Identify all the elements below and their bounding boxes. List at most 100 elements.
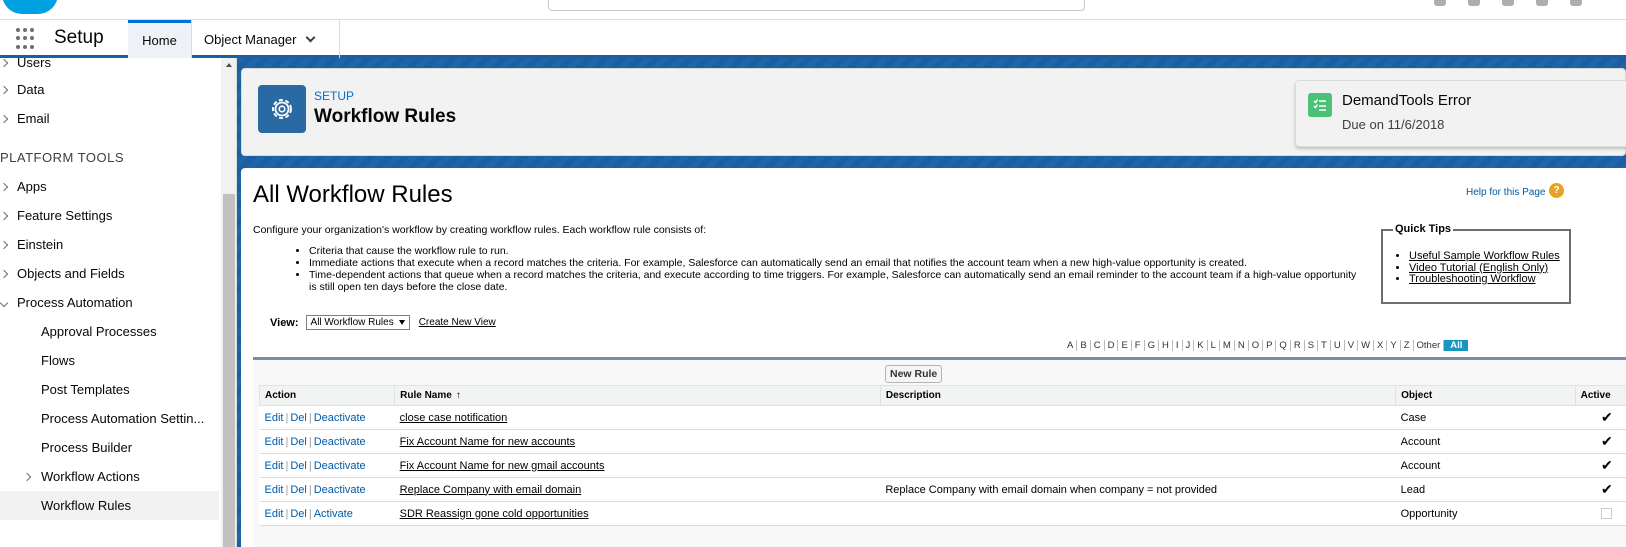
alpha-filter-letter[interactable]: D (1105, 340, 1119, 351)
rule-name-link[interactable]: Fix Account Name for new gmail accounts (400, 460, 605, 472)
help-for-this-page-link[interactable]: Help for this Page (1466, 187, 1546, 198)
tab-home[interactable]: Home (128, 20, 191, 58)
sidebar-item-objects-and-fields[interactable]: Objects and Fields (0, 259, 219, 288)
quick-tip-link[interactable]: Useful Sample Workflow Rules (1409, 250, 1560, 262)
breadcrumb-setup[interactable]: SETUP (314, 89, 354, 103)
quick-tip-link[interactable]: Troubleshooting Workflow (1409, 273, 1536, 285)
app-launcher-icon[interactable] (16, 28, 38, 50)
create-new-view-link[interactable]: Create New View (419, 317, 496, 328)
alpha-filter-letter[interactable]: A (1064, 340, 1078, 351)
alpha-filter-letter[interactable]: T (1318, 340, 1331, 351)
edit-link[interactable]: Edit (265, 484, 284, 496)
setup-gear-icon[interactable] (1536, 0, 1548, 6)
alpha-filter-letter[interactable]: Q (1276, 340, 1291, 351)
delete-link[interactable]: Del (290, 460, 307, 472)
toggle-active-link[interactable]: Activate (314, 508, 353, 520)
delete-link[interactable]: Del (290, 436, 307, 448)
alpha-filter-letter[interactable]: I (1173, 340, 1183, 351)
task-notification[interactable]: DemandTools Error Due on 11/6/2018 (1295, 80, 1626, 147)
salesforce-logo[interactable] (2, 0, 58, 14)
alpha-filter-letter[interactable]: R (1291, 340, 1305, 351)
rule-name-cell: Fix Account Name for new gmail accounts (394, 453, 881, 478)
tab-object-manager[interactable]: Object Manager (191, 20, 340, 58)
col-rule-name[interactable]: Rule Name ↑ (394, 385, 881, 406)
sidebar-item-label: Users (17, 58, 51, 70)
rule-name-link[interactable]: Replace Company with email domain (400, 484, 582, 496)
add-icon[interactable] (1468, 0, 1480, 6)
sidebar-item-einstein[interactable]: Einstein (0, 230, 219, 259)
alpha-filter-letter[interactable]: U (1331, 340, 1345, 351)
rule-name-link[interactable]: Fix Account Name for new accounts (400, 436, 575, 448)
sidebar-item-process-builder[interactable]: Process Builder (0, 433, 219, 462)
sidebar-item-approval-processes[interactable]: Approval Processes (0, 317, 219, 346)
sidebar-item-workflow-actions[interactable]: Workflow Actions (0, 462, 219, 491)
view-select[interactable]: All Workflow Rules (305, 315, 410, 330)
delete-link[interactable]: Del (290, 508, 307, 520)
sidebar-item-feature-settings[interactable]: Feature Settings (0, 201, 219, 230)
alpha-filter-letter[interactable]: L (1208, 340, 1220, 351)
alpha-filter-letter[interactable]: E (1118, 340, 1132, 351)
table-row: Edit | Del | Deactivate Fix Account Name for… (259, 429, 1626, 454)
scroll-up-arrow-icon[interactable] (226, 63, 232, 67)
quick-tip-link[interactable]: Video Tutorial (English Only) (1409, 262, 1548, 274)
sidebar-item-apps[interactable]: Apps (0, 172, 219, 201)
notifications-icon[interactable] (1570, 0, 1582, 6)
toggle-active-link[interactable]: Deactivate (314, 412, 366, 424)
sidebar-item-label: Apps (17, 179, 47, 194)
alpha-filter-letter[interactable]: X (1374, 340, 1388, 351)
alpha-filter-letter[interactable]: S (1305, 340, 1319, 351)
delete-link[interactable]: Del (290, 412, 307, 424)
alpha-filter-letter[interactable]: C (1091, 340, 1105, 351)
sidebar-item-email[interactable]: Email (0, 104, 219, 133)
toggle-active-link[interactable]: Deactivate (314, 460, 366, 472)
alpha-filter-all[interactable]: All (1444, 340, 1469, 351)
help-question-icon[interactable]: ? (1549, 183, 1564, 198)
page-title: Workflow Rules (314, 106, 457, 127)
help-icon[interactable] (1502, 0, 1514, 6)
edit-link[interactable]: Edit (265, 508, 284, 520)
col-active: Active (1574, 385, 1626, 406)
sidebar-item-data[interactable]: Data (0, 75, 219, 104)
sidebar-item-process-automation-settings[interactable]: Process Automation Settin... (0, 404, 219, 433)
table-row: Edit | Del | Deactivate Fix Account Name for… (259, 453, 1626, 478)
chevron-down-icon[interactable] (305, 32, 315, 42)
sidebar-scrollbar[interactable] (221, 58, 236, 547)
sidebar-item-workflow-rules[interactable]: Workflow Rules (0, 491, 219, 520)
scrollbar-thumb[interactable] (223, 194, 235, 547)
sidebar-item-label: Data (17, 82, 45, 97)
alphabet-filter: A B C D E F G H I J K L M N O P Q R S T … (1064, 340, 1469, 351)
alpha-filter-letter[interactable]: P (1263, 340, 1277, 351)
sidebar-section-platform-tools: PLATFORM TOOLS (0, 150, 125, 165)
alpha-filter-letter[interactable]: K (1194, 340, 1208, 351)
sort-ascending-icon[interactable]: ↑ (456, 390, 461, 401)
edit-link[interactable]: Edit (265, 412, 284, 424)
toggle-active-link[interactable]: Deactivate (314, 484, 366, 496)
toggle-active-link[interactable]: Deactivate (314, 436, 366, 448)
favorites-icon[interactable] (1434, 0, 1446, 6)
alpha-filter-letter[interactable]: O (1249, 340, 1264, 351)
new-rule-button[interactable]: New Rule (885, 365, 943, 383)
edit-link[interactable]: Edit (265, 460, 284, 472)
alpha-filter-letter[interactable]: G (1145, 340, 1159, 351)
global-search-input[interactable] (548, 0, 1085, 11)
sidebar-item-flows[interactable]: Flows (0, 346, 219, 375)
alpha-filter-letter[interactable]: V (1345, 340, 1359, 351)
sidebar-item-post-templates[interactable]: Post Templates (0, 375, 219, 404)
view-label: View: (270, 316, 299, 329)
alpha-filter-letter[interactable]: J (1183, 340, 1195, 351)
rule-description: Replace Company with email domain when c… (880, 477, 1396, 502)
sidebar-item-process-automation[interactable]: Process Automation (0, 288, 219, 317)
alpha-filter-letter[interactable]: Z (1401, 340, 1414, 351)
rule-name-link[interactable]: close case notification (400, 412, 508, 424)
edit-link[interactable]: Edit (265, 436, 284, 448)
alpha-filter-letter[interactable]: B (1077, 340, 1091, 351)
alpha-filter-letter[interactable]: W (1358, 340, 1375, 351)
alpha-filter-letter[interactable]: M (1220, 340, 1235, 351)
alpha-filter-other[interactable]: Other (1414, 340, 1445, 351)
delete-link[interactable]: Del (290, 484, 307, 496)
alpha-filter-letter[interactable]: F (1132, 340, 1145, 351)
rule-name-link[interactable]: SDR Reassign gone cold opportunities (400, 508, 589, 520)
alpha-filter-letter[interactable]: Y (1387, 340, 1401, 351)
alpha-filter-letter[interactable]: N (1235, 340, 1249, 351)
alpha-filter-letter[interactable]: H (1159, 340, 1173, 351)
